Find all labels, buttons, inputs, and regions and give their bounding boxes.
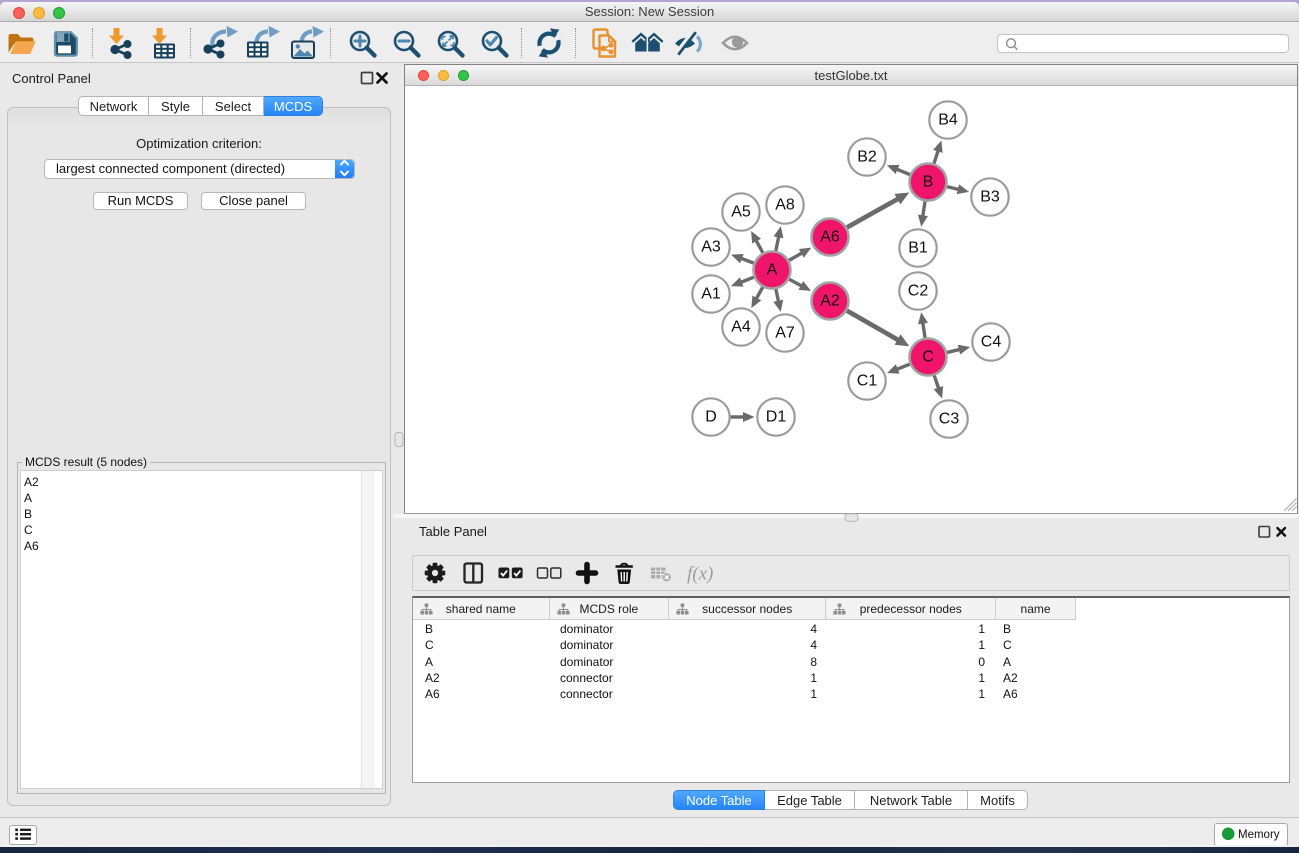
svg-text:Memory: Memory (1238, 829, 1280, 841)
svg-text:f(x): f(x) (687, 564, 713, 585)
